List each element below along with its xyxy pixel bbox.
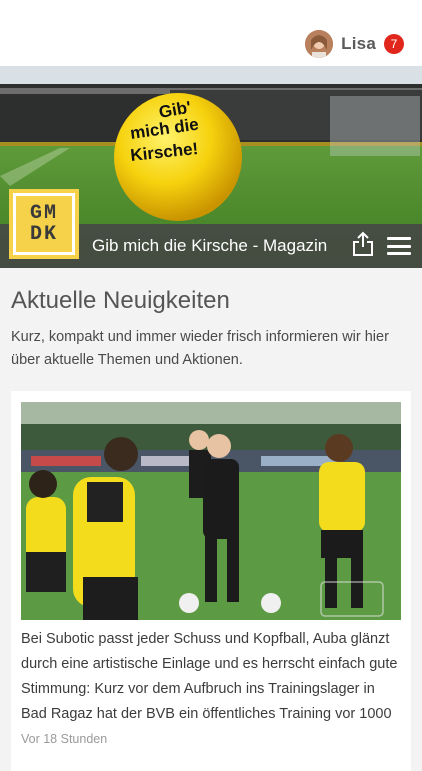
- magazine-title[interactable]: Gib mich die Kirsche - Magazin: [92, 236, 342, 256]
- magazine-logo: GM DK: [9, 189, 79, 259]
- logo-line-2: DK: [29, 223, 58, 246]
- hamburger-menu-icon[interactable]: [387, 237, 411, 255]
- username[interactable]: Lisa: [341, 34, 376, 54]
- user-profile[interactable]: Lisa 7: [305, 28, 404, 60]
- article-card[interactable]: Bei Subotic passt jeder Schuss und Kopfb…: [11, 391, 411, 771]
- article-text[interactable]: Bei Subotic passt jeder Schuss und Kopfb…: [21, 627, 403, 727]
- section-title: Aktuelle Neuigkeiten: [11, 287, 230, 314]
- share-icon[interactable]: [352, 231, 374, 257]
- logo-line-1: GM: [29, 202, 58, 225]
- article-image[interactable]: [21, 402, 401, 620]
- article-timestamp: Vor 18 Stunden: [21, 732, 108, 746]
- section-description: Kurz, kompakt und immer wieder frisch in…: [11, 329, 389, 368]
- notification-badge[interactable]: 7: [384, 34, 404, 54]
- user-avatar[interactable]: [305, 30, 334, 58]
- top-bar: Lisa 7: [0, 0, 422, 66]
